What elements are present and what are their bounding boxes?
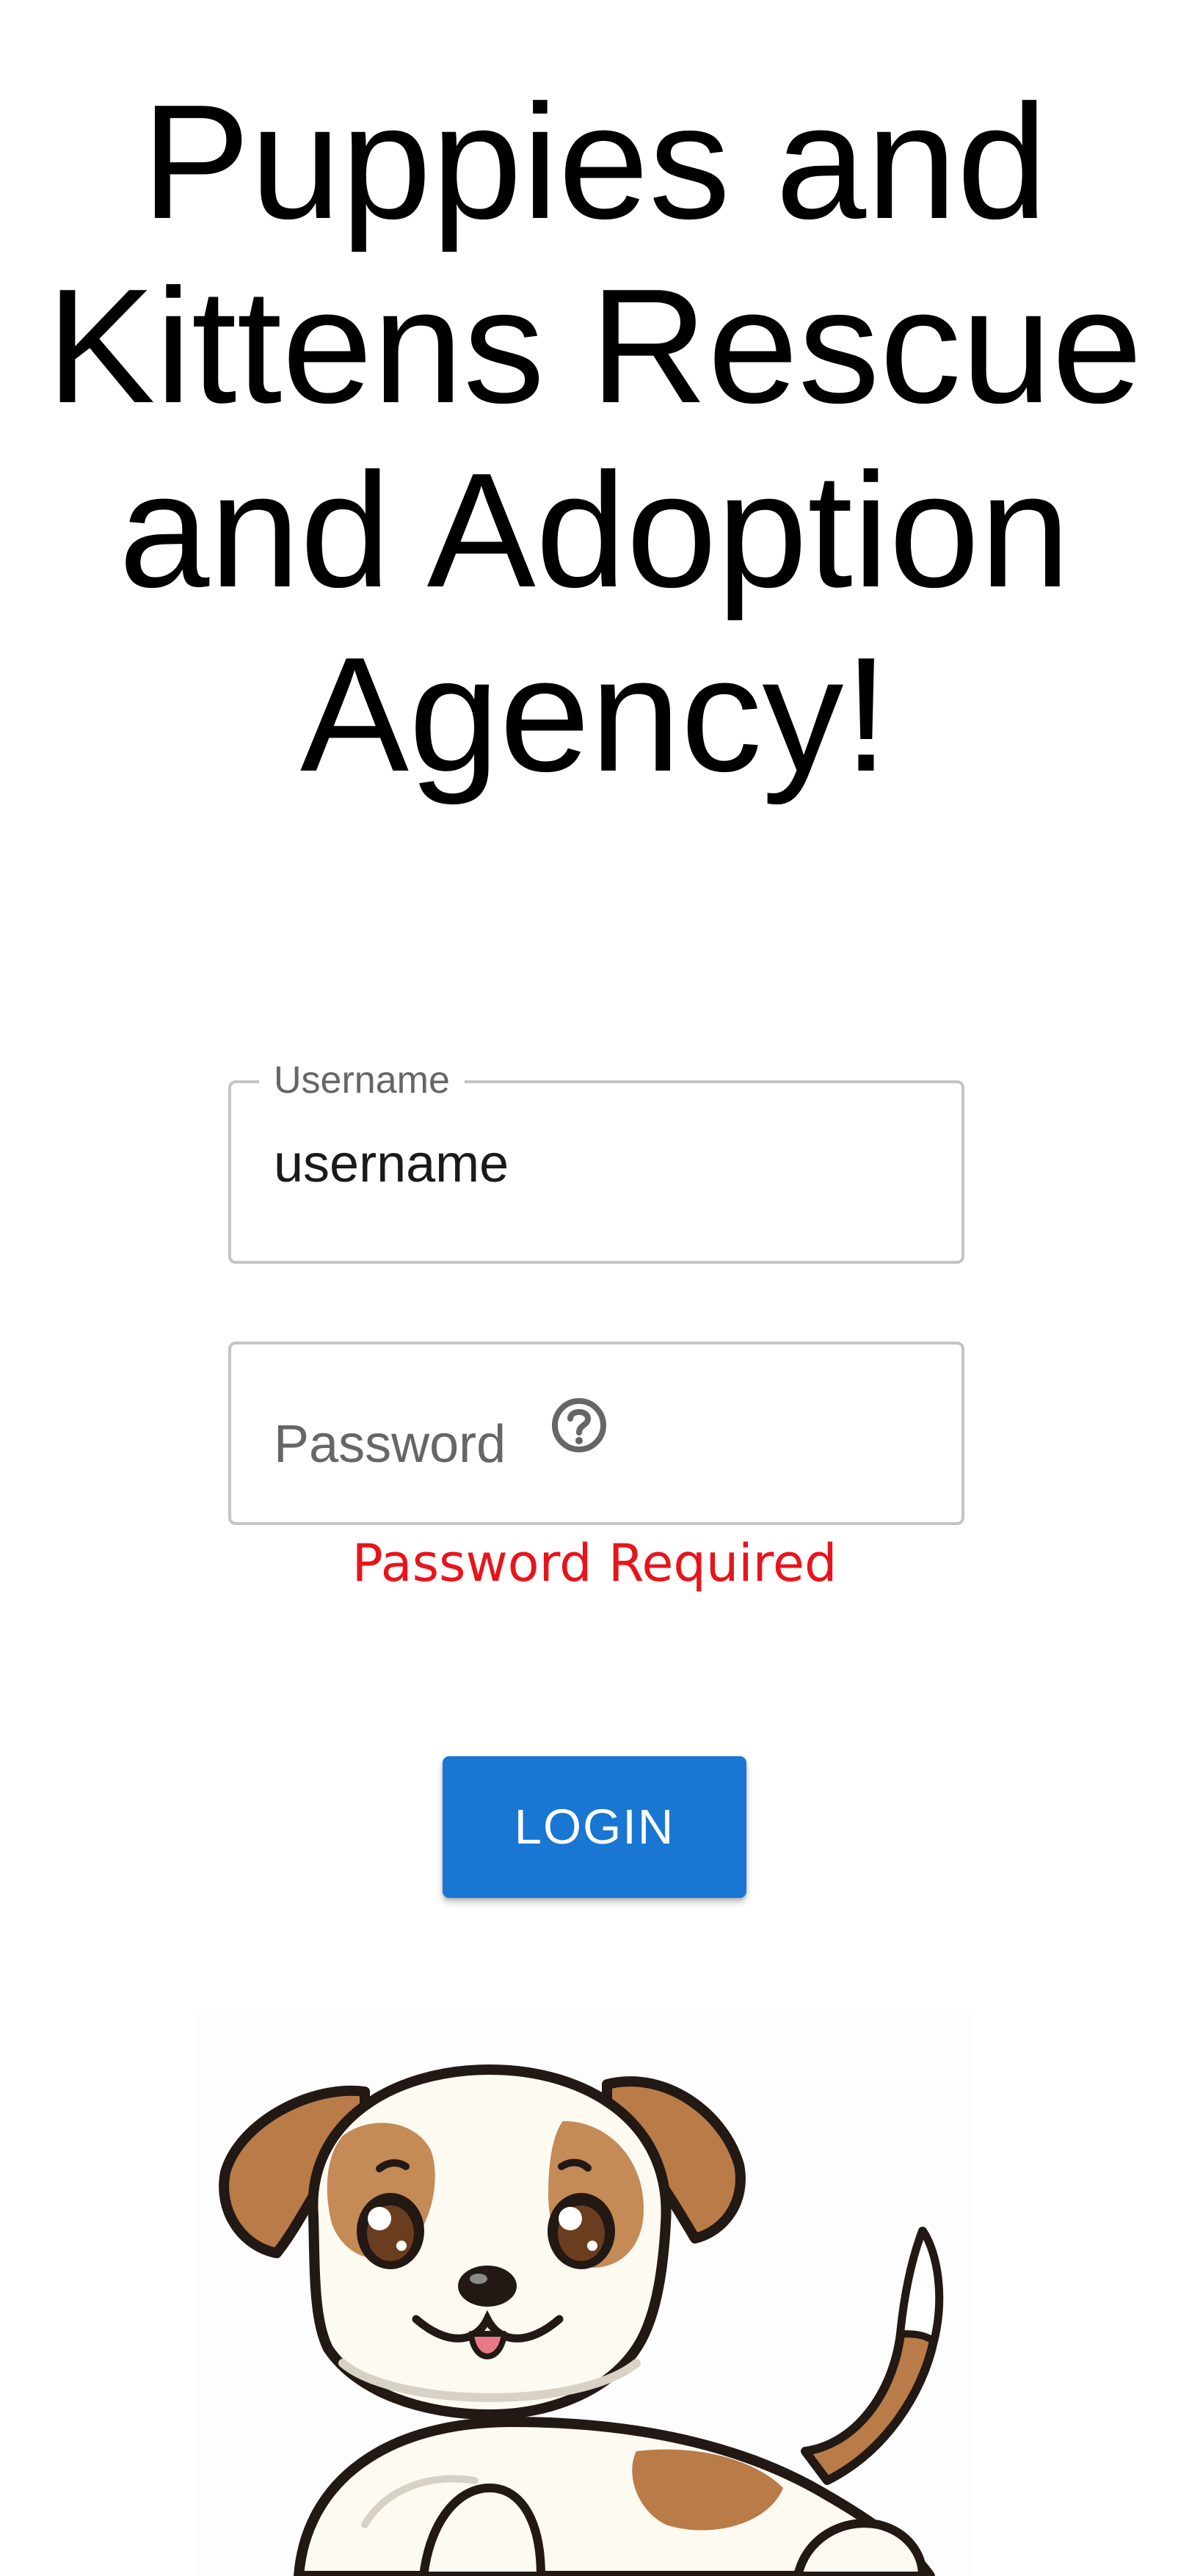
username-field[interactable]: Username username <box>228 1057 964 1264</box>
password-field[interactable]: Password <box>228 1342 964 1525</box>
page-title: Puppies and Kittens Rescue and Adoption … <box>46 71 1143 806</box>
login-button[interactable]: LOGIN <box>443 1756 746 1898</box>
username-value[interactable]: username <box>274 1127 509 1201</box>
puppy-illustration <box>196 2011 972 2576</box>
password-error: Password Required <box>352 1533 837 1593</box>
question-circle-icon[interactable] <box>550 1396 608 1455</box>
password-placeholder: Password <box>274 1415 506 1474</box>
username-label: Username <box>259 1057 465 1104</box>
